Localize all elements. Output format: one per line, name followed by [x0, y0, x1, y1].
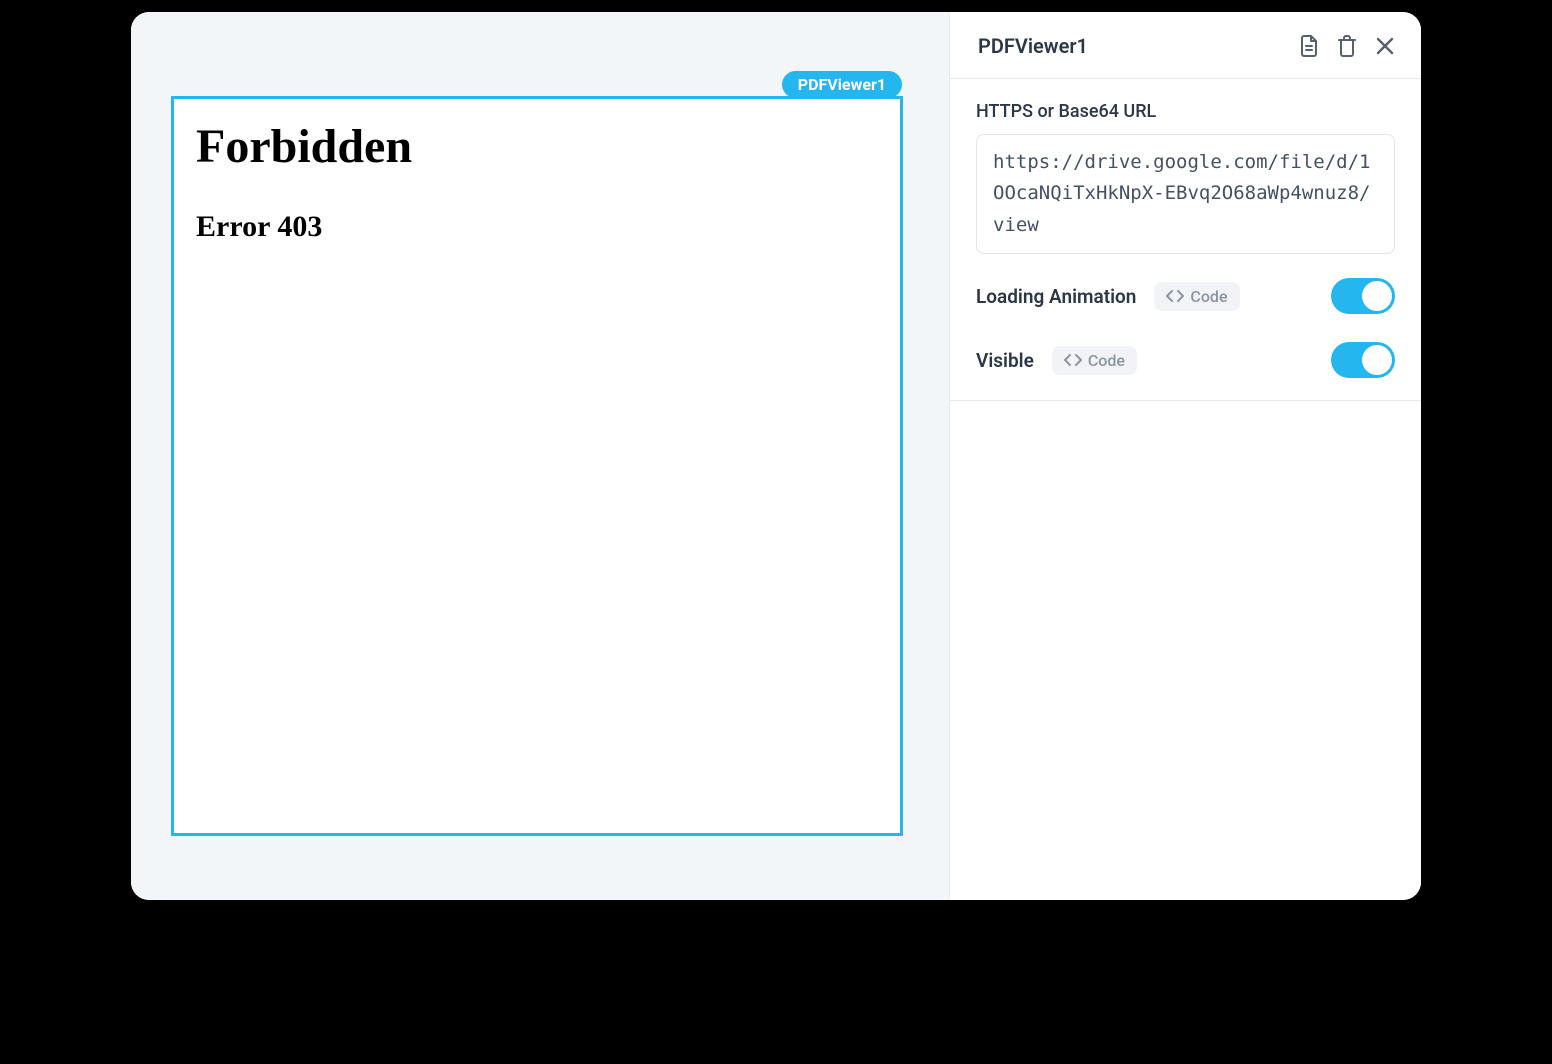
widget-tag-badge: PDFViewer1: [782, 71, 902, 98]
close-icon: [1376, 37, 1394, 55]
canvas-area[interactable]: PDFViewer1 Forbidden Error 403: [131, 12, 949, 900]
loading-animation-code-chip[interactable]: Code: [1154, 282, 1239, 311]
app-window: PDFViewer1 Forbidden Error 403 PDFViewer…: [131, 12, 1421, 900]
visible-code-chip[interactable]: Code: [1052, 346, 1137, 375]
pdf-viewer-widget[interactable]: PDFViewer1 Forbidden Error 403: [171, 96, 903, 836]
visible-row: Visible Code: [976, 342, 1395, 378]
loading-animation-toggle[interactable]: [1331, 278, 1395, 314]
pdf-error-page: Forbidden Error 403: [174, 99, 900, 264]
code-chip-label: Code: [1088, 351, 1125, 370]
properties-panel-body: HTTPS or Base64 URL https://drive.google…: [950, 79, 1421, 401]
loading-animation-label: Loading Animation: [976, 285, 1136, 308]
properties-panel-header: PDFViewer1: [950, 12, 1421, 79]
code-chip-label: Code: [1190, 287, 1227, 306]
error-subtitle: Error 403: [196, 210, 878, 244]
toggle-knob: [1362, 345, 1392, 375]
properties-panel: PDFViewer1: [949, 12, 1421, 900]
url-input[interactable]: https://drive.google.com/file/d/1OOcaNQi…: [976, 134, 1395, 254]
trash-icon: [1337, 35, 1357, 57]
delete-button[interactable]: [1333, 32, 1361, 60]
toggle-knob: [1362, 281, 1392, 311]
url-field-label: HTTPS or Base64 URL: [976, 101, 1395, 122]
code-icon: [1166, 289, 1184, 303]
code-icon: [1064, 353, 1082, 367]
close-button[interactable]: [1371, 32, 1399, 60]
visible-toggle[interactable]: [1331, 342, 1395, 378]
document-icon: [1299, 35, 1319, 57]
error-title: Forbidden: [196, 119, 878, 174]
copy-button[interactable]: [1295, 32, 1323, 60]
visible-label: Visible: [976, 349, 1034, 372]
loading-animation-row: Loading Animation Code: [976, 278, 1395, 314]
panel-title: PDFViewer1: [978, 34, 1285, 58]
